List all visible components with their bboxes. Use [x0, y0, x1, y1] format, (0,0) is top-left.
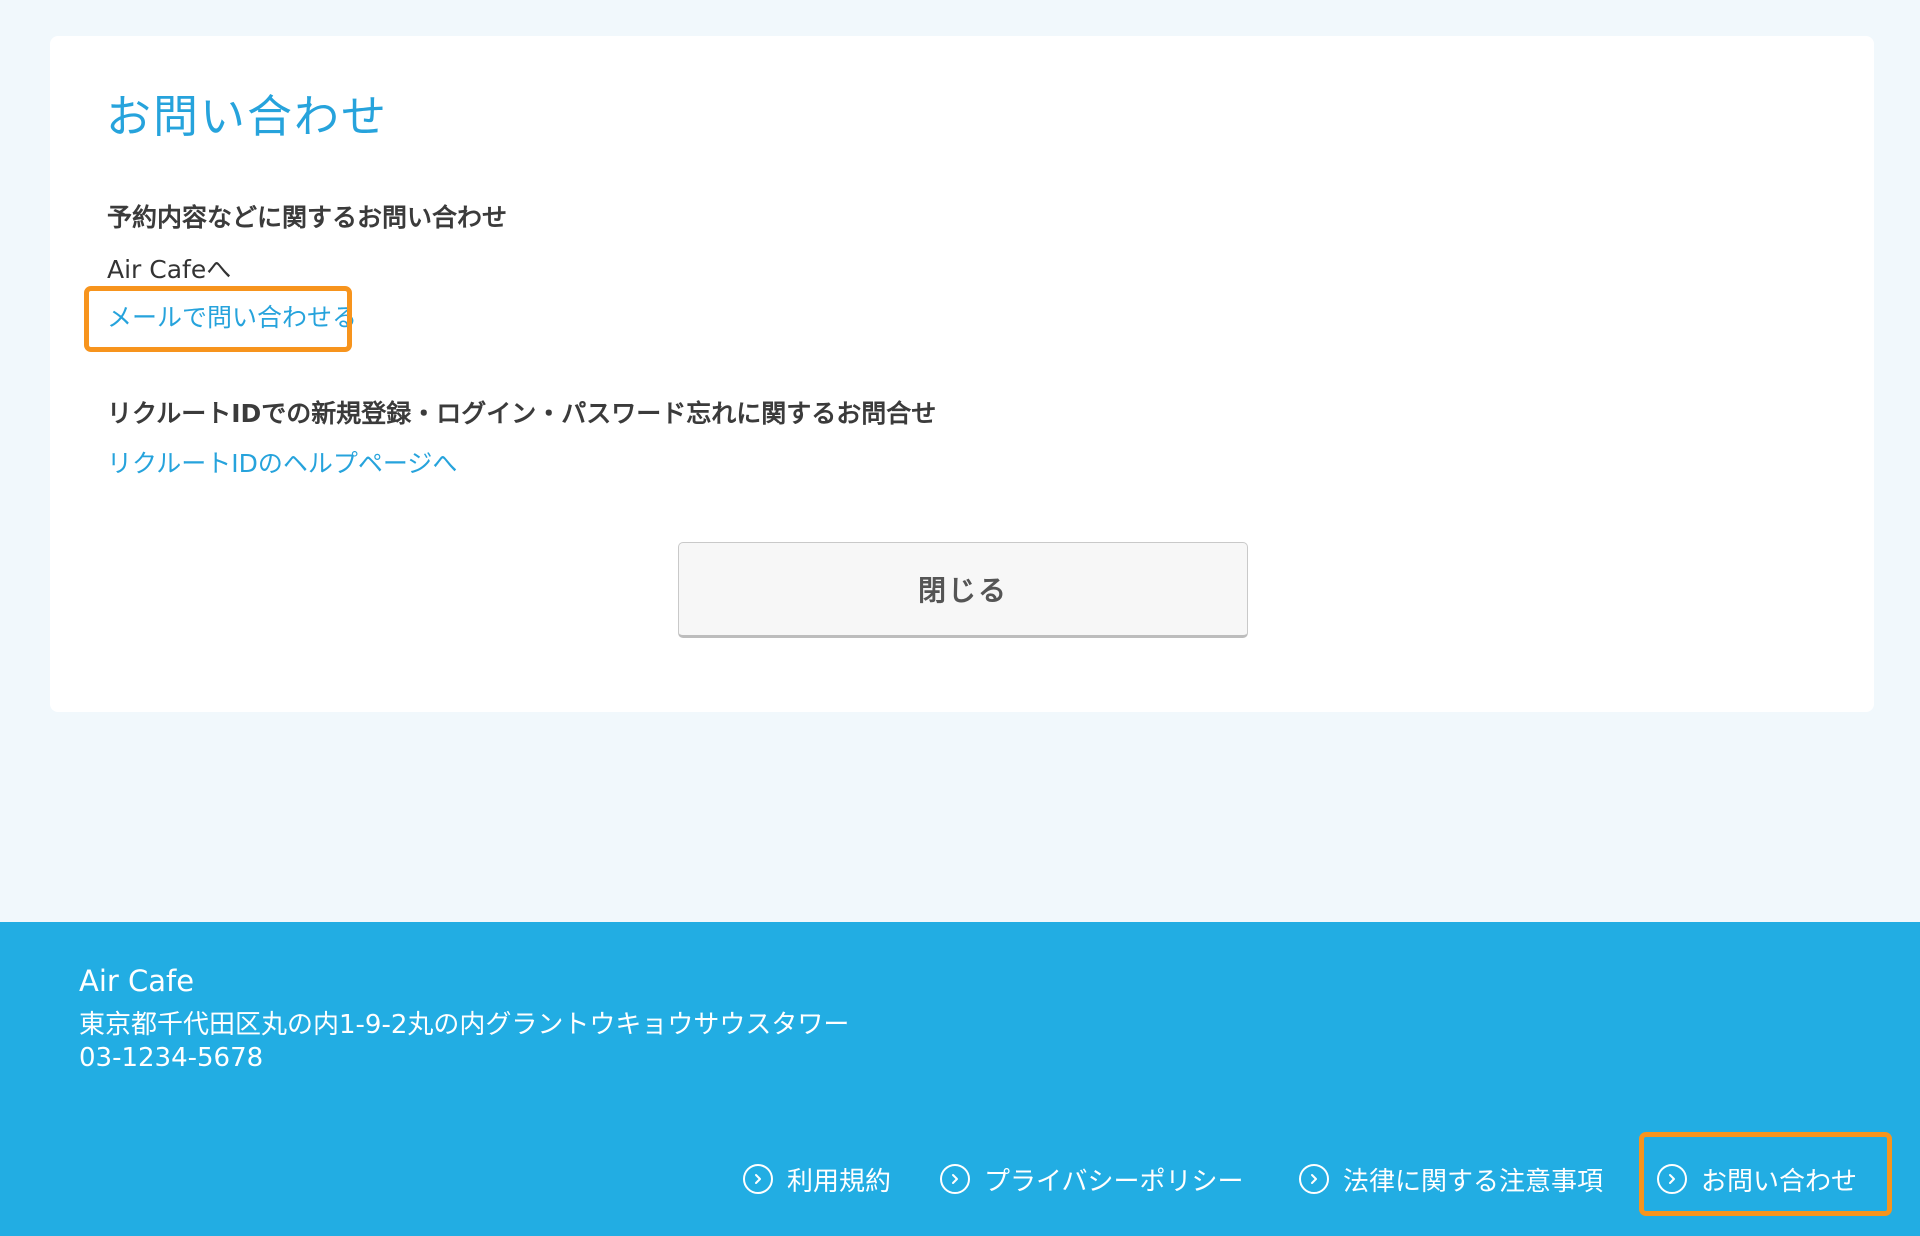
footer-nav-label: 法律に関する注意事項	[1343, 1166, 1604, 1197]
chevron-right-circle-icon	[940, 1164, 970, 1194]
footer-contact-highlight	[1639, 1132, 1892, 1216]
footer-nav-privacy[interactable]: プライバシーポリシー	[940, 1149, 1243, 1209]
footer-nav-terms[interactable]: 利用規約	[743, 1149, 891, 1209]
footer-phone: 03-1234-5678	[79, 1043, 264, 1073]
reservation-inquiry-heading: 予約内容などに関するお問い合わせ	[107, 203, 508, 232]
chevron-right-circle-icon	[1299, 1164, 1329, 1194]
recruit-id-inquiry-heading: リクルートIDでの新規登録・ログイン・パスワード忘れに関するお問合せ	[107, 399, 937, 428]
footer: Air Cafe 東京都千代田区丸の内1-9-2丸の内グラントウキョウサウスタワ…	[0, 922, 1920, 1236]
footer-nav-label: プライバシーポリシー	[984, 1166, 1244, 1197]
close-button[interactable]: 閉じる	[678, 542, 1248, 638]
email-link-highlight	[84, 286, 352, 352]
footer-store-name: Air Cafe	[79, 964, 195, 998]
footer-nav-legal[interactable]: 法律に関する注意事項	[1299, 1149, 1603, 1209]
recruit-id-help-link[interactable]: リクルートIDのヘルプページへ	[107, 444, 457, 480]
contact-card: お問い合わせ 予約内容などに関するお問い合わせ Air Cafeへ メールで問い…	[50, 36, 1874, 712]
page-title: お問い合わせ	[106, 90, 389, 143]
chevron-right-circle-icon	[743, 1164, 773, 1194]
recipient-label: Air Cafeへ	[107, 255, 232, 284]
footer-address: 東京都千代田区丸の内1-9-2丸の内グラントウキョウサウスタワー	[79, 1010, 850, 1040]
footer-nav-label: 利用規約	[787, 1166, 892, 1197]
